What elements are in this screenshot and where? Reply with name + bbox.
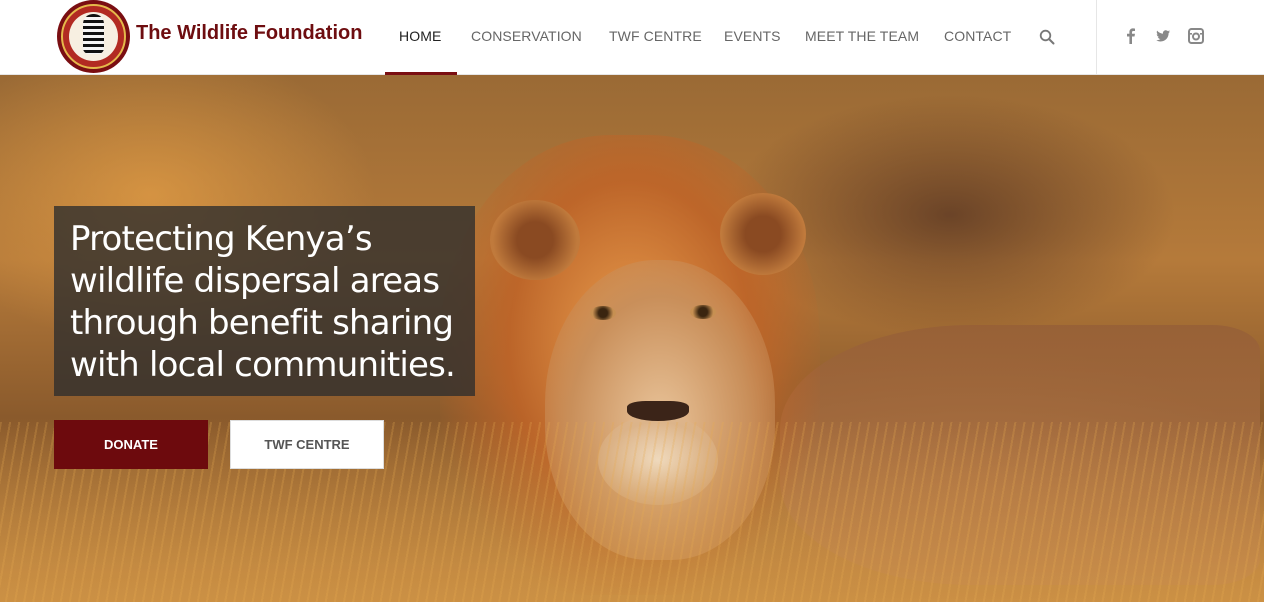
nav-contact[interactable]: CONTACT [944, 28, 1011, 44]
header-divider [1096, 0, 1097, 75]
facebook-icon[interactable] [1123, 27, 1139, 45]
zebra-icon [83, 14, 104, 54]
nav-home[interactable]: HOME [399, 28, 441, 44]
twitter-icon[interactable] [1155, 27, 1171, 45]
lion-ear-right [720, 193, 806, 275]
nav-twf-centre[interactable]: TWF CENTRE [609, 28, 702, 44]
instagram-icon[interactable] [1188, 27, 1204, 45]
search-icon[interactable] [1039, 29, 1055, 45]
hero-headline: Protecting Kenya’s wildlife dispersal ar… [70, 219, 456, 385]
brand-name[interactable]: The Wildlife Foundation [136, 22, 362, 45]
lion-eye-right [690, 305, 716, 319]
nav-meet-the-team[interactable]: MEET THE TEAM [805, 28, 919, 44]
site-header: The Wildlife Foundation HOME CONSERVATIO… [0, 0, 1264, 75]
donate-button[interactable]: DONATE [54, 420, 208, 469]
lion-nose [627, 401, 689, 421]
lion-ear-left [490, 200, 580, 280]
twf-centre-button[interactable]: TWF CENTRE [230, 420, 384, 469]
lion-eye-left [590, 306, 616, 320]
foundation-logo[interactable] [57, 0, 130, 73]
nav-conservation[interactable]: CONSERVATION [471, 28, 582, 44]
nav-events[interactable]: EVENTS [724, 28, 781, 44]
